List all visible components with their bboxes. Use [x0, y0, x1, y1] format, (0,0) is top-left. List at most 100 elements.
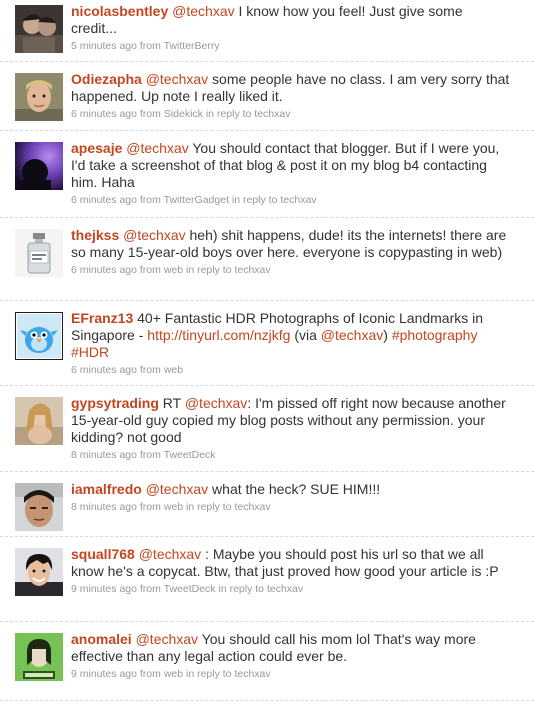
timestamp-link[interactable]: 9 minutes ago	[71, 668, 137, 680]
tweet-meta: 8 minutes ago from web in reply to techx…	[71, 501, 511, 514]
tweet-content: iamalfredo @techxav what the heck? SUE H…	[71, 481, 511, 514]
source-link[interactable]: TweetDeck	[164, 583, 216, 595]
tweet-content: EFranz13 40+ Fantastic HDR Photographs o…	[71, 310, 511, 377]
username-link[interactable]: Odiezapha	[71, 71, 142, 87]
timestamp-link[interactable]: 6 minutes ago	[71, 194, 137, 206]
mention-link[interactable]: @techxav	[172, 3, 234, 19]
mention-link[interactable]: @techxav	[146, 481, 208, 497]
tweet-text: )	[383, 327, 392, 343]
timestamp-link[interactable]: 9 minutes ago	[71, 583, 137, 595]
in-reply-to-link[interactable]: techxav	[267, 583, 303, 595]
tweet-meta: 6 minutes ago from Sidekick in reply to …	[71, 108, 511, 121]
tweet-url-link[interactable]: http://tinyurl.com/nzjkfg	[147, 327, 290, 343]
tweet-meta: 8 minutes ago from TweetDeck	[71, 449, 511, 462]
timestamp-link[interactable]: 8 minutes ago	[71, 501, 137, 513]
tweet-body: gypsytrading RT @techxav: I'm pissed off…	[71, 395, 511, 446]
user-photo-purple-silhouette-icon[interactable]	[15, 142, 63, 190]
mention-link[interactable]: @techxav	[185, 395, 247, 411]
mention-link[interactable]: @techxav	[146, 71, 208, 87]
source-link[interactable]: TwitterGadget	[164, 194, 229, 206]
tweet-meta: 6 minutes ago from web	[71, 364, 511, 377]
tweet-meta: 6 minutes ago from web in reply to techx…	[71, 264, 511, 277]
source-link[interactable]: web	[164, 364, 183, 376]
tweet-content: apesaje @techxav You should contact that…	[71, 140, 511, 207]
in-reply-to-link[interactable]: techxav	[234, 668, 270, 680]
username-link[interactable]: apesaje	[71, 140, 122, 156]
tweet-item: thejkss @techxav heh) shit happens, dude…	[0, 224, 534, 301]
source-link[interactable]: Sidekick	[164, 108, 203, 120]
reply-label: in reply to	[186, 668, 232, 680]
source-label: from	[139, 108, 161, 120]
timestamp-link[interactable]: 8 minutes ago	[71, 449, 137, 461]
user-photo-couple-icon[interactable]	[15, 5, 63, 53]
source-label: from	[139, 264, 161, 276]
timestamp-link[interactable]: 5 minutes ago	[71, 40, 137, 52]
username-link[interactable]: iamalfredo	[71, 481, 142, 497]
tweet-text: what the heck? SUE HIM!!!	[208, 481, 381, 497]
hashtag-link[interactable]: #HDR	[71, 344, 109, 360]
tweet-item: iamalfredo @techxav what the heck? SUE H…	[0, 478, 534, 537]
tweet-item: nicolasbentley @techxav I know how you f…	[0, 0, 534, 62]
in-reply-to-link[interactable]: techxav	[254, 108, 290, 120]
username-link[interactable]: nicolasbentley	[71, 3, 168, 19]
in-reply-to-link[interactable]: techxav	[234, 501, 270, 513]
username-link[interactable]: gypsytrading	[71, 395, 159, 411]
source-link[interactable]: TwitterBerry	[164, 40, 220, 52]
source-link[interactable]: web	[164, 264, 183, 276]
source-label: from	[139, 501, 161, 513]
timestamp-link[interactable]: 6 minutes ago	[71, 108, 137, 120]
user-photo-bottle-icon[interactable]	[15, 229, 63, 277]
hashtag-link[interactable]: #photography	[392, 327, 478, 343]
tweet-item: squall768 @techxav : Maybe you should po…	[0, 543, 534, 622]
user-photo-blue-bird-icon[interactable]	[15, 312, 63, 360]
source-label: from	[139, 583, 161, 595]
source-label: from	[139, 40, 161, 52]
username-link[interactable]: EFranz13	[71, 310, 133, 326]
mention-link[interactable]: @techxav	[123, 227, 185, 243]
tweet-content: thejkss @techxav heh) shit happens, dude…	[71, 227, 511, 277]
reply-label: in reply to	[231, 194, 278, 206]
source-label: from	[139, 194, 161, 206]
tweet-item: Odiezapha @techxav some people have no c…	[0, 68, 534, 131]
source-link[interactable]: web	[164, 668, 183, 680]
tweet-content: Odiezapha @techxav some people have no c…	[71, 71, 511, 121]
user-photo-woman-icon[interactable]	[15, 397, 63, 445]
tweet-body: iamalfredo @techxav what the heck? SUE H…	[71, 481, 511, 498]
mention-link[interactable]: @techxav	[136, 631, 198, 647]
tweet-item: apesaje @techxav You should contact that…	[0, 137, 534, 218]
in-reply-to-link[interactable]: techxav	[280, 194, 316, 206]
tweet-content: squall768 @techxav : Maybe you should po…	[71, 546, 511, 596]
user-photo-face-icon[interactable]	[15, 73, 63, 121]
reply-label: in reply to	[218, 583, 265, 595]
username-link[interactable]: thejkss	[71, 227, 119, 243]
username-link[interactable]: squall768	[71, 546, 135, 562]
user-photo-smiling-man-icon[interactable]	[15, 548, 63, 596]
source-link[interactable]: TweetDeck	[164, 449, 216, 461]
user-photo-man-icon[interactable]	[15, 483, 63, 531]
tweet-text: RT	[158, 395, 185, 411]
tweet-timeline: nicolasbentley @techxav I know how you f…	[0, 0, 534, 706]
mention-link[interactable]: @techxav	[139, 546, 201, 562]
in-reply-to-link[interactable]: techxav	[234, 264, 270, 276]
tweet-content: gypsytrading RT @techxav: I'm pissed off…	[71, 395, 511, 462]
tweet-content: anomalei @techxav You should call his mo…	[71, 631, 511, 681]
source-label: from	[139, 364, 161, 376]
source-label: from	[139, 449, 161, 461]
tweet-body: apesaje @techxav You should contact that…	[71, 140, 511, 191]
tweet-body: nicolasbentley @techxav I know how you f…	[71, 3, 511, 37]
tweet-item: gypsytrading RT @techxav: I'm pissed off…	[0, 392, 534, 472]
user-photo-green-portrait-icon[interactable]	[15, 633, 63, 681]
mention-link[interactable]: @techxav	[321, 327, 383, 343]
tweet-body: anomalei @techxav You should call his mo…	[71, 631, 511, 665]
reply-label: in reply to	[205, 108, 252, 120]
tweet-content: nicolasbentley @techxav I know how you f…	[71, 3, 511, 53]
tweet-body: EFranz13 40+ Fantastic HDR Photographs o…	[71, 310, 511, 361]
tweet-body: Odiezapha @techxav some people have no c…	[71, 71, 511, 105]
tweet-item: EFranz13 40+ Fantastic HDR Photographs o…	[0, 307, 534, 386]
username-link[interactable]: anomalei	[71, 631, 132, 647]
timestamp-link[interactable]: 6 minutes ago	[71, 364, 137, 376]
timestamp-link[interactable]: 6 minutes ago	[71, 264, 137, 276]
mention-link[interactable]: @techxav	[126, 140, 188, 156]
source-link[interactable]: web	[164, 501, 183, 513]
tweet-meta: 9 minutes ago from web in reply to techx…	[71, 668, 511, 681]
